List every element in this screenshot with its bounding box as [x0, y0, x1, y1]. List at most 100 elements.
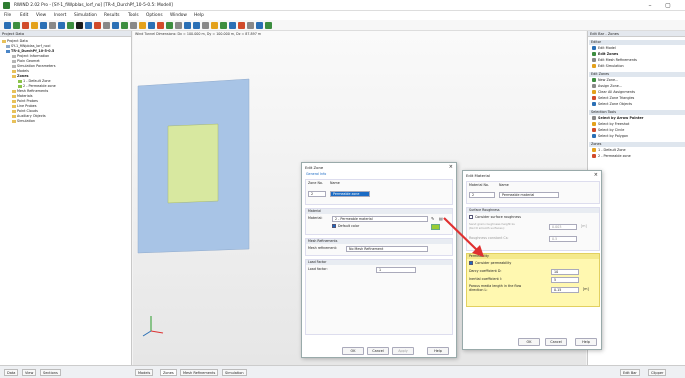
tool-icon [592, 46, 596, 50]
edit-bar-item[interactable]: Edit Zones [592, 52, 618, 57]
tab-data[interactable]: Data [4, 369, 19, 376]
toolbar-button[interactable] [49, 22, 56, 29]
menu-window[interactable]: Window [170, 13, 187, 18]
toolbar-button[interactable] [220, 22, 227, 29]
toolbar-button[interactable] [247, 22, 254, 29]
edit-bar-section[interactable]: Selection Tools [589, 110, 685, 115]
toolbar-button[interactable] [157, 22, 164, 29]
edit-bar-item[interactable]: Select by Freeshot [592, 122, 629, 127]
edit-bar-section[interactable]: Editor [589, 40, 685, 45]
tab-simulation[interactable]: Simulation [222, 369, 247, 376]
load-field[interactable]: 1 [376, 267, 416, 273]
menu-help[interactable]: Help [194, 13, 204, 18]
edit-bar-item[interactable]: Edit Mesh Refinements [592, 58, 637, 63]
toolbar-button[interactable] [40, 22, 47, 29]
nav-item-label: Mesh Refinements [17, 89, 49, 93]
edit-bar-item[interactable]: Edit Simulation [592, 64, 624, 69]
toolbar-button[interactable] [112, 22, 119, 29]
toolbar-button[interactable] [202, 22, 209, 29]
zone-no-field[interactable]: 2 [308, 191, 326, 197]
toolbar-button[interactable] [58, 22, 65, 29]
tab-sections[interactable]: Sections [40, 369, 61, 376]
toolbar-button[interactable] [166, 22, 173, 29]
edit-bar-item[interactable]: Clear All Assignments [592, 90, 635, 95]
close-icon[interactable]: × [594, 172, 598, 178]
nav-item[interactable]: Simulation [12, 119, 35, 124]
material-no-field[interactable]: 2 [469, 192, 495, 198]
toolbar-button[interactable] [130, 22, 137, 29]
zone-name-field[interactable]: Permeable zone [330, 191, 370, 197]
toolbar-button[interactable] [184, 22, 191, 29]
ok-button[interactable]: OK [342, 347, 364, 355]
toolbar-button[interactable] [103, 22, 110, 29]
help-button[interactable]: Help [575, 338, 597, 346]
menu-results[interactable]: Results [104, 13, 120, 18]
tab-view[interactable]: View [22, 369, 37, 376]
edit-bar-item[interactable]: Select by Circle [592, 128, 624, 133]
edit-bar-section[interactable]: Edit Zones [589, 72, 685, 77]
apply-button[interactable]: Apply [392, 347, 414, 355]
edit-bar-item[interactable]: Edit Model [592, 46, 616, 51]
darcy-field[interactable]: 10 [551, 269, 579, 275]
tab-clipper[interactable]: Clipper [648, 369, 667, 376]
cancel-button[interactable]: Cancel [545, 338, 567, 346]
tab-general[interactable]: General [306, 172, 319, 177]
menu-options[interactable]: Options [146, 13, 163, 18]
edit-bar-section[interactable]: Zones [589, 142, 685, 147]
toolbar-button[interactable] [238, 22, 245, 29]
edit-bar-item[interactable]: Select Zone Objects [592, 102, 632, 107]
toolbar-button[interactable] [13, 22, 20, 29]
tab-edit-bar[interactable]: Edit Bar [620, 369, 640, 376]
menu-edit[interactable]: Edit [20, 13, 28, 18]
porous-field[interactable]: 0.15 [551, 287, 579, 293]
toolbar-button[interactable] [85, 22, 92, 29]
mesh-select[interactable]: No Mesh Refinement [346, 246, 428, 252]
close-icon[interactable]: × [449, 164, 453, 170]
toolbar-button[interactable] [22, 22, 29, 29]
menu-view[interactable]: View [36, 13, 46, 18]
tab-models[interactable]: Models [135, 369, 154, 376]
edit-bar-item[interactable]: Select by Arrow Pointer [592, 116, 643, 121]
toolbar-button[interactable] [211, 22, 218, 29]
toolbar-button[interactable] [148, 22, 155, 29]
edit-bar-item[interactable]: Select by Polygon [592, 134, 628, 139]
toolbar-button[interactable] [193, 22, 200, 29]
menu-simulation[interactable]: Simulation [74, 13, 97, 18]
tab-zones[interactable]: Zones [160, 369, 177, 376]
sand-field[interactable]: 0.003 [549, 224, 577, 230]
menu-insert[interactable]: Insert [54, 13, 66, 18]
cancel-button[interactable]: Cancel [367, 347, 389, 355]
toolbar-button[interactable] [31, 22, 38, 29]
toolbar-button[interactable] [94, 22, 101, 29]
edit-bar-item[interactable]: Assign Zone... [592, 84, 622, 89]
tab-mesh-refinements[interactable]: Mesh Refinements [180, 369, 219, 376]
permeability-checkbox[interactable]: Consider permeability [469, 261, 511, 266]
edit-bar-item[interactable]: New Zone... [592, 78, 618, 83]
toolbar-button[interactable] [76, 22, 83, 29]
edit-bar-item[interactable]: Select Zone Triangles [592, 96, 634, 101]
minimize-button[interactable]: – [642, 1, 658, 10]
material-select[interactable]: 2 - Permeable material [332, 216, 428, 222]
menu-tools[interactable]: Tools [128, 13, 139, 18]
toolbar-button[interactable] [139, 22, 146, 29]
inertial-field[interactable]: 5 [551, 277, 579, 283]
toolbar-button[interactable] [175, 22, 182, 29]
edit-material-icon[interactable]: ✎ [431, 216, 434, 221]
default-color-checkbox[interactable]: Default color [332, 224, 359, 229]
material-name-field[interactable]: Permeable material [499, 192, 559, 198]
toolbar-button[interactable] [121, 22, 128, 29]
toolbar-button[interactable] [229, 22, 236, 29]
edit-bar-item[interactable]: 2 - Permeable zone [592, 154, 631, 159]
menu-file[interactable]: File [4, 13, 11, 18]
ok-button[interactable]: OK [518, 338, 540, 346]
toolbar-button[interactable] [67, 22, 74, 29]
edit-bar-item[interactable]: 1 - Default Zone [592, 148, 626, 153]
toolbar-button[interactable] [4, 22, 11, 29]
toolbar-button[interactable] [256, 22, 263, 29]
rough-const-field[interactable]: 0.5 [549, 236, 577, 242]
toolbar-button[interactable] [265, 22, 272, 29]
color-swatch[interactable] [431, 224, 440, 230]
tab-info[interactable]: Info [320, 172, 326, 177]
maximize-button[interactable]: ▢ [660, 1, 676, 10]
help-button[interactable]: Help [427, 347, 449, 355]
